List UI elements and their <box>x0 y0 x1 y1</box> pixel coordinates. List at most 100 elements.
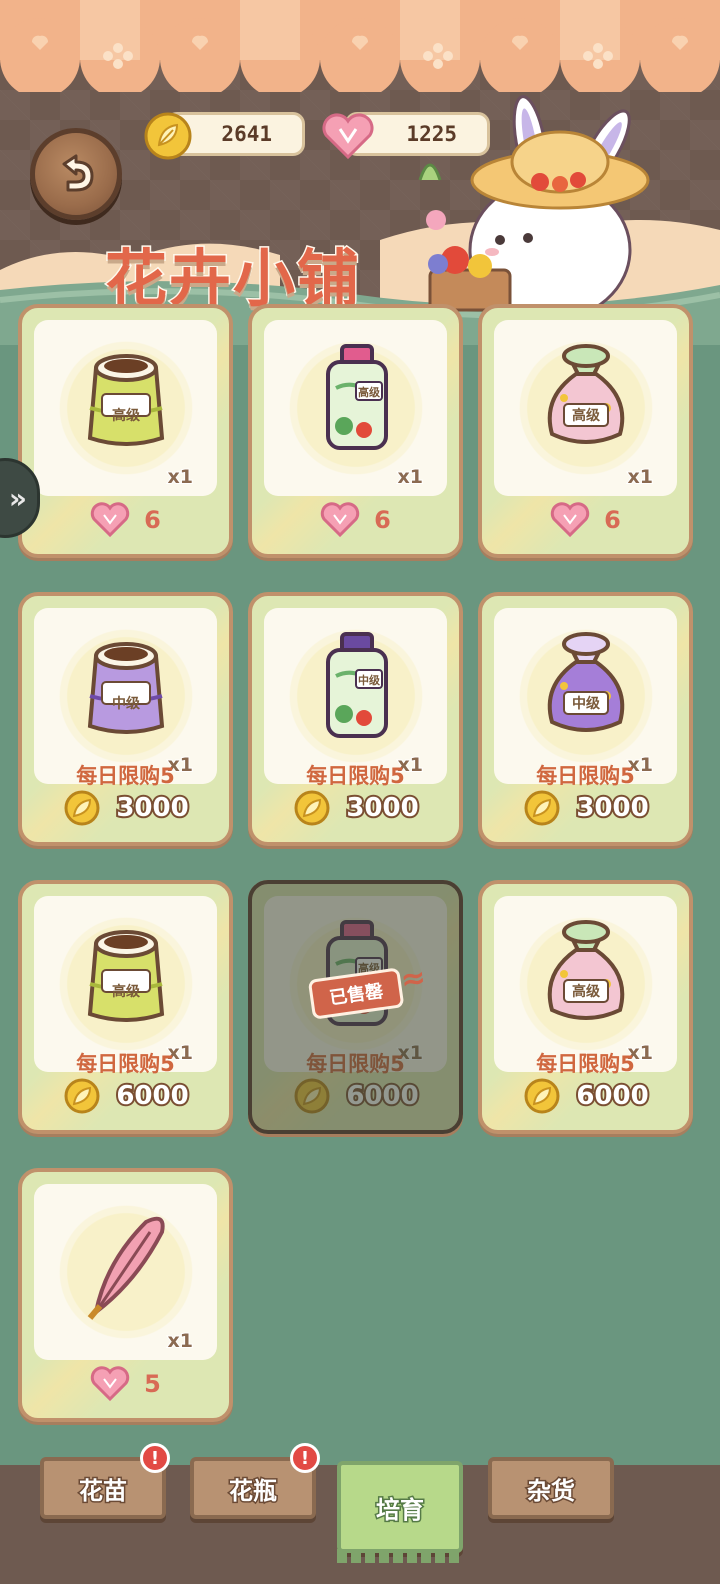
heart-gem-icon <box>550 502 590 538</box>
leaf-coin-icon <box>524 1078 560 1114</box>
item-quantity: x1 <box>626 465 654 489</box>
item-quantity: x1 <box>166 465 194 489</box>
tab-groceries-label: 杂货 <box>526 1475 577 1506</box>
item-display-area: 高级 x1 每日限购5 <box>494 896 677 1076</box>
price-row: 5 <box>22 1364 229 1404</box>
grade-label: 中级 <box>112 695 141 712</box>
price-row: 3000 <box>482 788 689 828</box>
notification-badge: ! <box>140 1443 170 1473</box>
heart-gem-icon <box>90 1366 130 1402</box>
tab-seedlings[interactable]: 花苗 ! <box>40 1443 170 1519</box>
shop-item-card[interactable]: 高级 x1 每日限购5 6000 <box>478 880 693 1134</box>
daily-limit-label: 每日限购5 <box>536 764 635 788</box>
item-display-area: 高级 x1 <box>264 320 447 496</box>
item-display-area: x1 <box>34 1184 217 1360</box>
item-quantity: x1 <box>396 1041 424 1065</box>
shop-header: 2641 1225 花卉小铺 <box>0 0 720 345</box>
price-row: 6 <box>252 500 459 540</box>
daily-limit-label: 每日限购5 <box>306 1052 405 1076</box>
heart-gem-icon <box>320 502 360 538</box>
item-price: 5 <box>144 1370 161 1398</box>
shop-item-card[interactable]: 高级 x1 6 <box>18 304 233 558</box>
grade-label: 高级 <box>358 385 381 399</box>
leaf-coin-icon <box>140 108 196 164</box>
notification-badge: ! <box>290 1443 320 1473</box>
tab-cultivate[interactable]: 培育 <box>337 1461 463 1563</box>
shop-item-card: 高级 x1 每日限购5 6000 已售罄 ≈ <box>248 880 463 1134</box>
item-price: 3000 <box>114 791 190 825</box>
grade-label: 高级 <box>572 407 601 424</box>
tab-cultivate-label: 培育 <box>375 1494 426 1525</box>
daily-limit-label: 每日限购5 <box>536 1052 635 1076</box>
price-row: 6 <box>22 500 229 540</box>
item-display-area: 高级 x1 每日限购5 <box>34 896 217 1076</box>
item-price: 6 <box>604 506 621 534</box>
price-row: 6000 <box>252 1076 459 1116</box>
price-row: 3000 <box>22 788 229 828</box>
heart-gem-icon <box>90 502 130 538</box>
leaf-coin-icon <box>294 1078 330 1114</box>
item-price: 6000 <box>574 1079 650 1113</box>
soil-bag-medium-icon: 中级 <box>87 642 164 734</box>
shop-item-card[interactable]: x1 5 <box>18 1168 233 1422</box>
item-quantity: x1 <box>166 1329 194 1353</box>
bottom-tab-bar: 花苗 ! 花瓶 ! 培育 杂货 <box>0 1443 720 1584</box>
seed-pouch-medium-icon: 中级 <box>547 632 624 732</box>
item-display-area: 中级 x1 每日限购5 <box>264 608 447 788</box>
item-quantity: x1 <box>396 465 424 489</box>
soil-bag-advanced-icon: 高级 <box>87 354 164 446</box>
item-display-area: 中级 x1 每日限购5 <box>34 608 217 788</box>
shop-item-card[interactable]: 高级 x1 6 <box>478 304 693 558</box>
seed-pouch-advanced-icon: 高级 <box>547 920 624 1020</box>
fertilizer-bottle-advanced-icon: 高级 <box>325 344 388 450</box>
tab-seedlings-label: 花苗 <box>78 1475 129 1506</box>
item-price: 6 <box>144 506 161 534</box>
item-price: 6000 <box>344 1079 420 1113</box>
heart-gem-icon <box>320 108 376 164</box>
price-row: 3000 <box>252 788 459 828</box>
leaf-currency-value: 2641 <box>221 122 272 146</box>
item-price: 6000 <box>114 1079 190 1113</box>
tab-vases[interactable]: 花瓶 ! <box>190 1443 320 1519</box>
grade-label: 高级 <box>112 407 141 424</box>
feather-icon <box>87 1216 165 1320</box>
bunny-shopkeeper-icon <box>418 95 650 320</box>
awning-decoration <box>0 0 720 92</box>
soil-bag-advanced-icon: 高级 <box>87 930 164 1022</box>
shop-item-card[interactable]: 中级 x1 每日限购5 3000 <box>18 592 233 846</box>
grade-label: 高级 <box>112 983 141 1000</box>
item-display-area: 高级 x1 <box>34 320 217 496</box>
grade-label: 中级 <box>572 695 601 712</box>
sold-out-label: 已售罄 <box>307 967 405 1020</box>
sold-out-stamp: 已售罄 ≈ <box>298 953 435 1031</box>
shop-item-card[interactable]: 中级 x1 每日限购5 3000 <box>478 592 693 846</box>
item-price: 3000 <box>344 791 420 825</box>
item-price: 3000 <box>574 791 650 825</box>
stamp-waves-icon: ≈ <box>398 959 429 999</box>
shop-item-card[interactable]: 中级 x1 每日限购5 3000 <box>248 592 463 846</box>
shop-item-card[interactable]: 高级 x1 每日限购5 6000 <box>18 880 233 1134</box>
item-price: 6 <box>374 506 391 534</box>
tab-vases-label: 花瓶 <box>228 1475 279 1506</box>
price-row: 6000 <box>482 1076 689 1116</box>
leaf-coin-icon <box>294 790 330 826</box>
leaf-coin-icon <box>64 1078 100 1114</box>
price-row: 6 <box>482 500 689 540</box>
daily-limit-label: 每日限购5 <box>306 764 405 788</box>
grade-label: 高级 <box>572 983 601 1000</box>
seed-pouch-advanced-icon: 高级 <box>547 344 624 444</box>
chevron-right-icon: » <box>8 481 27 515</box>
return-arrow-icon <box>62 154 94 192</box>
daily-limit-label: 每日限购5 <box>76 764 175 788</box>
fertilizer-bottle-medium-icon: 中级 <box>325 632 388 738</box>
leaf-coin-icon <box>64 790 100 826</box>
daily-limit-label: 每日限购5 <box>76 1052 175 1076</box>
shop-item-card[interactable]: 高级 x1 6 <box>248 304 463 558</box>
grade-label: 中级 <box>358 673 381 687</box>
back-button[interactable] <box>30 128 122 220</box>
item-display-area: 中级 x1 每日限购5 <box>494 608 677 788</box>
price-row: 6000 <box>22 1076 229 1116</box>
item-display-area: 高级 x1 <box>494 320 677 496</box>
leaf-coin-icon <box>524 790 560 826</box>
tab-groceries[interactable]: 杂货 <box>488 1457 614 1519</box>
